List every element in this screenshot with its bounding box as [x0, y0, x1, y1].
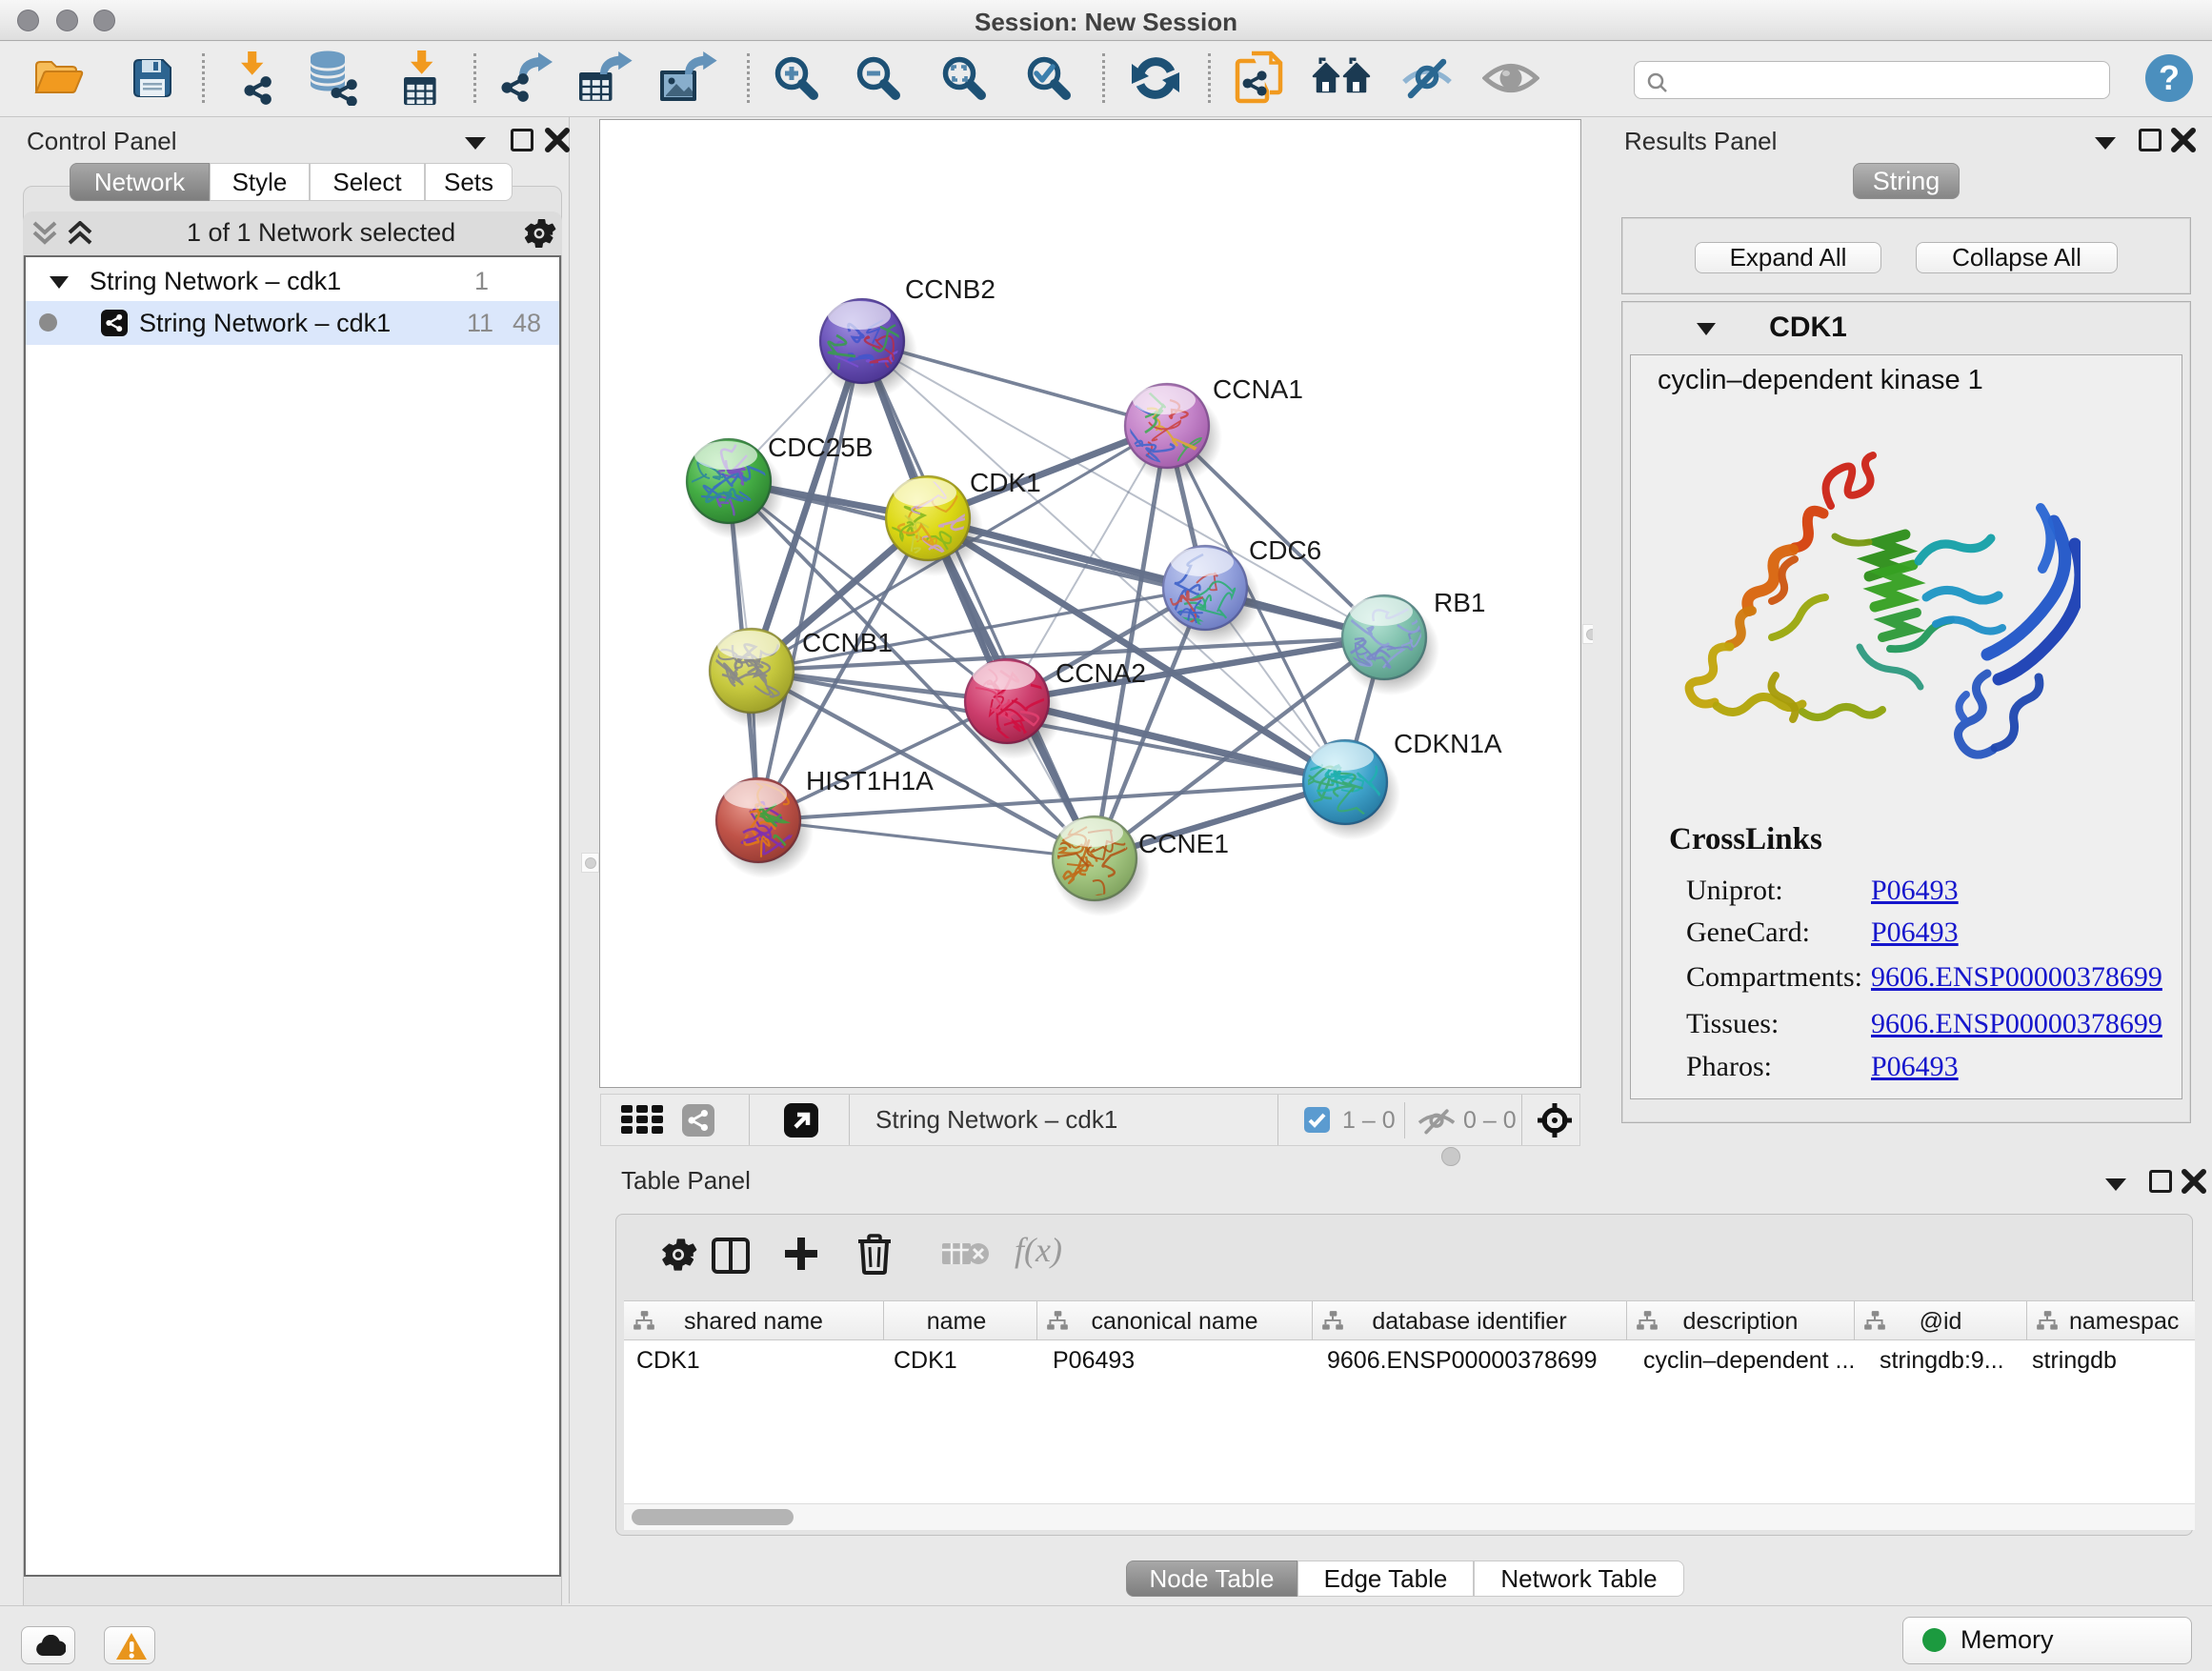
svg-text:CDC25B: CDC25B	[768, 433, 873, 462]
svg-text:CDC6: CDC6	[1249, 535, 1321, 565]
svg-text:CDKN1A: CDKN1A	[1394, 729, 1502, 758]
svg-text:CCNB2: CCNB2	[905, 274, 995, 304]
svg-text:RB1: RB1	[1434, 588, 1485, 617]
svg-text:?: ?	[2159, 58, 2180, 97]
svg-text:CCNA1: CCNA1	[1213, 374, 1303, 404]
svg-text:CDK1: CDK1	[970, 468, 1041, 497]
svg-text:CCNE1: CCNE1	[1138, 829, 1229, 858]
svg-text:CCNB1: CCNB1	[802, 628, 893, 657]
svg-text:CCNA2: CCNA2	[1056, 658, 1146, 688]
svg-text:HIST1H1A: HIST1H1A	[806, 766, 934, 795]
